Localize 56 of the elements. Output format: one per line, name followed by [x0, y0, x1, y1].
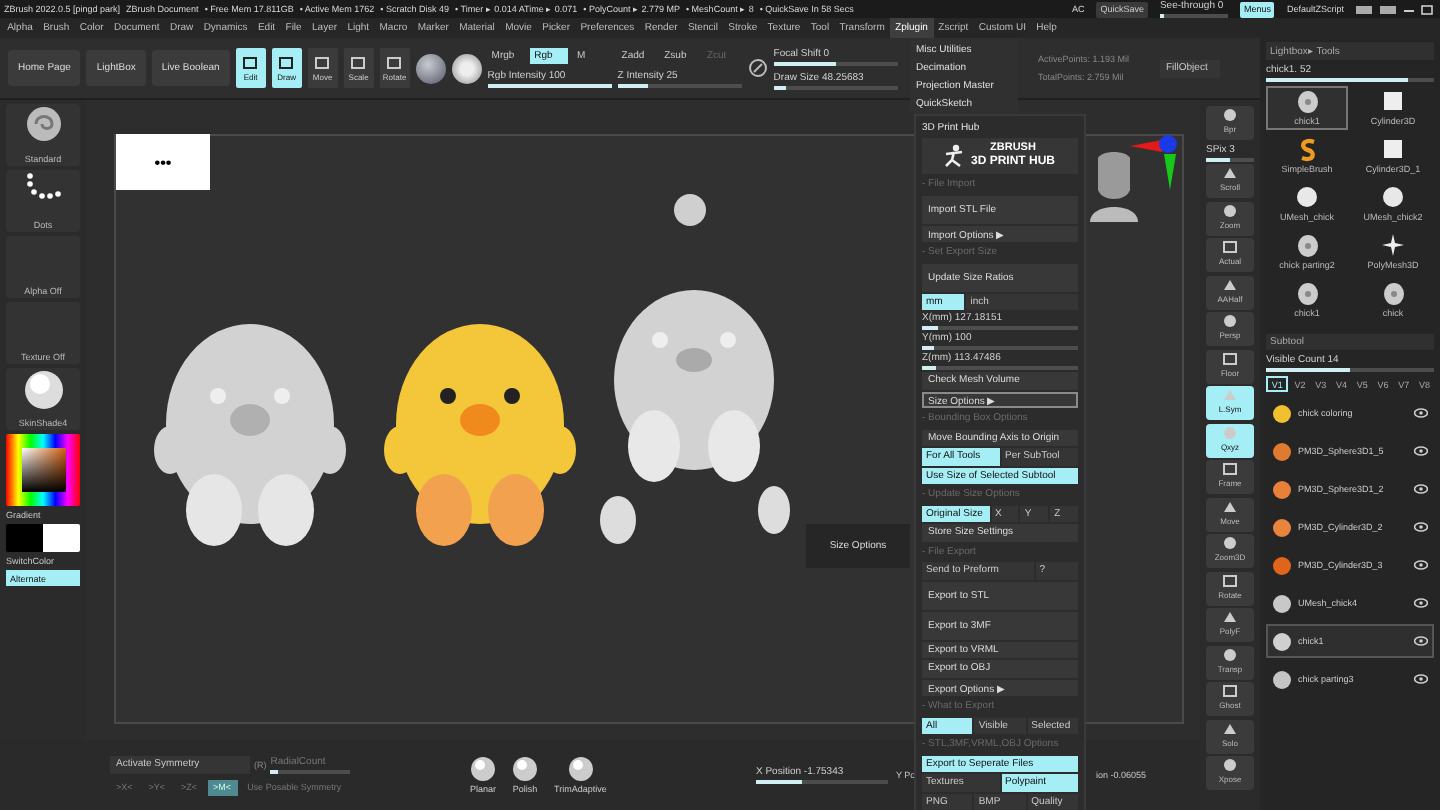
shape-icon: [1222, 240, 1238, 254]
sphere-icon: [512, 756, 539, 782]
color-swatch[interactable]: [6, 524, 80, 552]
cube-icon: [1382, 90, 1404, 112]
shape-icon: [1222, 721, 1238, 735]
shape-icon: [1222, 462, 1238, 476]
eye-icon[interactable]: [1414, 674, 1428, 684]
color-picker[interactable]: [6, 434, 80, 506]
shape-icon: [1222, 108, 1238, 122]
figure-icon: [944, 144, 965, 168]
shape-icon: [1222, 314, 1238, 328]
shape-icon: [1222, 499, 1238, 513]
chick-icon: [1295, 90, 1319, 114]
square-icon: [386, 55, 403, 69]
material-button[interactable]: [415, 53, 446, 83]
brush-icon: [1297, 138, 1317, 162]
chick-icon: [1295, 282, 1319, 306]
square-icon: [242, 55, 259, 69]
chick-icon: [1295, 234, 1319, 258]
eye-icon[interactable]: [1414, 484, 1428, 494]
shape-icon: [1222, 610, 1238, 624]
star-icon: [1382, 234, 1404, 256]
note-card: •••: [116, 134, 210, 190]
shape-icon: [1222, 277, 1238, 291]
sphere-icon: [567, 756, 594, 782]
brush-button[interactable]: [451, 53, 482, 83]
brush-size-icon: [747, 58, 768, 78]
eye-icon[interactable]: [1414, 446, 1428, 456]
eye-icon[interactable]: [1414, 636, 1428, 646]
brush-sphere-icon: [25, 106, 61, 142]
shape-icon: [1222, 758, 1238, 772]
shape-icon: [1222, 351, 1238, 365]
eye-icon[interactable]: [1414, 408, 1428, 418]
shape-icon: [1222, 166, 1238, 180]
square-icon: [314, 55, 331, 69]
sphere-icon: [1382, 186, 1404, 208]
shape-icon: [1222, 684, 1238, 698]
square-icon: [350, 55, 367, 69]
sphere-icon: [21, 370, 65, 410]
cube-icon: [1382, 138, 1404, 160]
square-icon: [278, 55, 295, 69]
chick-icon: [1381, 282, 1405, 306]
eye-icon[interactable]: [1414, 598, 1428, 608]
shape-icon: [1222, 573, 1238, 587]
sphere-icon: [470, 756, 496, 782]
sphere-icon: [1296, 186, 1318, 208]
shape-icon: [1222, 647, 1238, 661]
window-controls-icon: [1356, 3, 1436, 15]
dots-icon: [23, 172, 63, 204]
shape-icon: [1222, 536, 1238, 550]
bust-drawing: [1086, 150, 1142, 222]
eye-icon[interactable]: [1414, 522, 1428, 532]
shape-icon: [1222, 203, 1238, 217]
shape-icon: [1222, 388, 1238, 402]
shape-icon: [1222, 425, 1238, 439]
eye-icon[interactable]: [1414, 560, 1428, 570]
